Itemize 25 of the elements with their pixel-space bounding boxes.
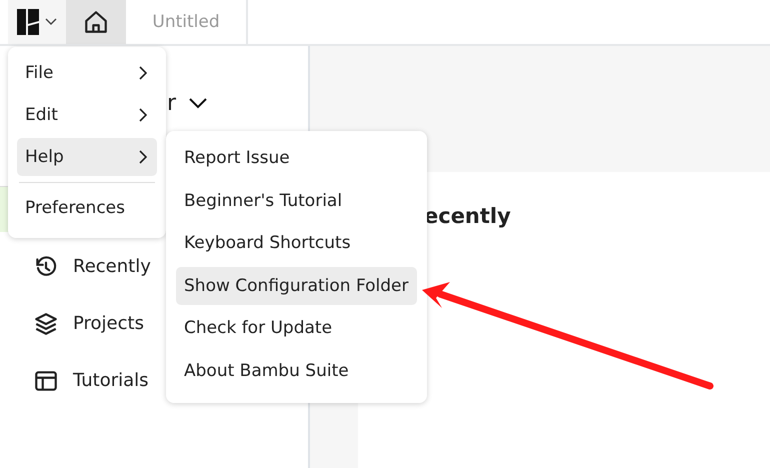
sidebar-item[interactable]: Tutorials <box>33 363 149 398</box>
sidebar-item[interactable]: Recently <box>33 249 151 284</box>
logo-icon <box>17 9 39 35</box>
chevron-right-icon <box>139 150 147 164</box>
home-tab[interactable] <box>66 0 126 44</box>
chevron-down-icon[interactable] <box>188 97 208 109</box>
section-heading: ecently <box>424 204 512 228</box>
sidebar-item[interactable]: Projects <box>33 306 144 341</box>
menu-item[interactable]: Show Configuration Folder <box>176 266 417 305</box>
menu-item[interactable]: Help <box>17 138 157 176</box>
menu-item[interactable]: Edit <box>17 96 157 134</box>
menu-item[interactable]: Preferences <box>17 189 157 227</box>
menu-item[interactable]: Keyboard Shortcuts <box>176 224 417 262</box>
menu-item[interactable]: Report Issue <box>176 139 417 177</box>
home-icon <box>83 9 109 35</box>
caret-icon <box>45 18 57 26</box>
chevron-right-icon <box>139 108 147 122</box>
chevron-right-icon <box>139 66 147 80</box>
app-menu-button[interactable] <box>8 0 66 44</box>
menu-item[interactable]: Check for Update <box>176 309 417 348</box>
menu-item[interactable]: Beginner's Tutorial <box>176 182 417 220</box>
layers-icon <box>33 310 59 336</box>
sidebar-header: r <box>167 90 176 116</box>
menu-item[interactable]: File <box>17 54 157 92</box>
menu-item[interactable]: About Bambu Suite <box>176 352 417 390</box>
